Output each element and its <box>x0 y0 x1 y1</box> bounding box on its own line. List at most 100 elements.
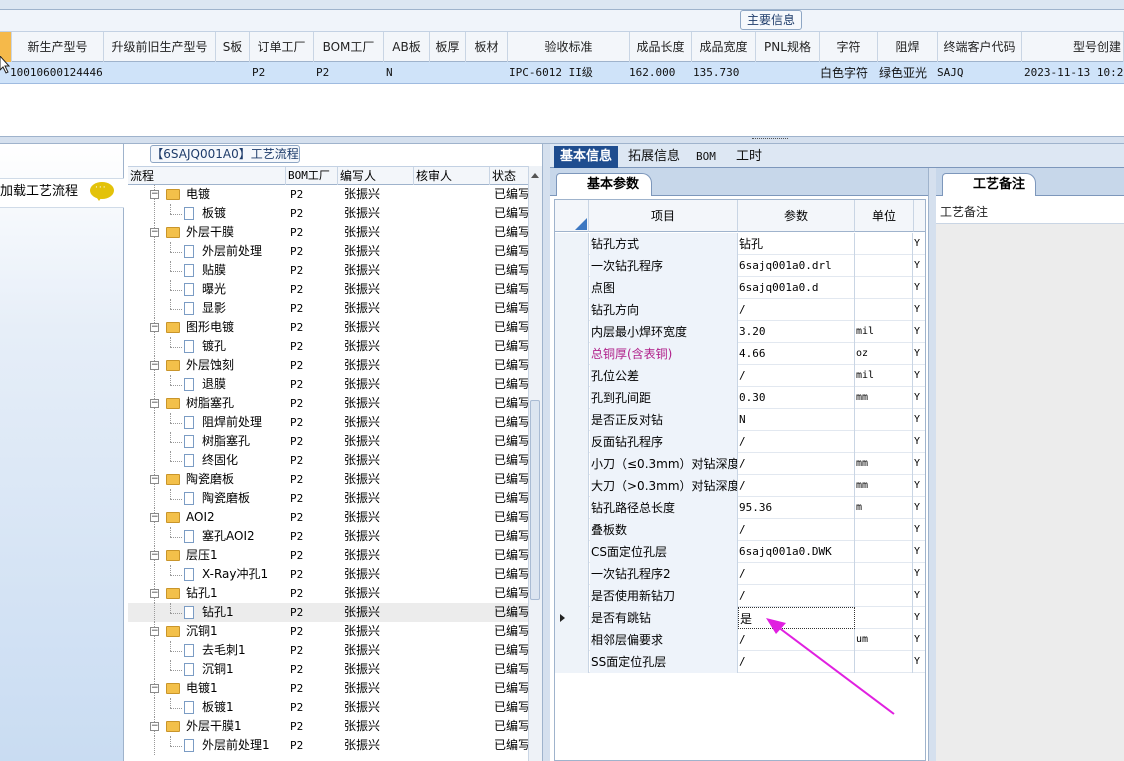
tab-basic-params[interactable]: 基本参数 <box>556 173 652 196</box>
tree-node-group[interactable]: − 外层蚀刻 P2 张振兴 已编写 <box>128 356 542 375</box>
tree-node-step[interactable]: 钻孔1 P2 张振兴 已编写 <box>128 603 542 622</box>
flow-col-reviewer[interactable]: 核审人 <box>414 167 490 185</box>
row-indicator[interactable] <box>555 563 589 585</box>
param-value[interactable]: / <box>738 585 855 607</box>
tree-node-step[interactable]: 树脂塞孔 P2 张振兴 已编写 <box>128 432 542 451</box>
tree-node-step[interactable]: 终固化 P2 张振兴 已编写 <box>128 451 542 470</box>
row-indicator[interactable] <box>555 475 589 497</box>
tree-node-group[interactable]: − 层压1 P2 张振兴 已编写 <box>128 546 542 565</box>
param-row[interactable]: 大刀（>0.3mm）对钻深度 / mm Y <box>555 475 925 497</box>
tab-man-hours[interactable]: 工时 <box>730 146 768 168</box>
tree-node-step[interactable]: 外层前处理1 P2 张振兴 已编写 <box>128 736 542 755</box>
param-row[interactable]: 一次钻孔程序2/ Y <box>555 563 925 585</box>
param-row[interactable]: 反面钻孔程序 / Y <box>555 431 925 453</box>
col-ab-board[interactable]: AB板 <box>384 32 430 62</box>
tree-node-step[interactable]: 显影 P2 张振兴 已编写 <box>128 299 542 318</box>
tree-node-step[interactable]: 贴膜 P2 张振兴 已编写 <box>128 261 542 280</box>
param-row[interactable]: 总铜厚(含表铜) 4.66 oz Y <box>555 343 925 365</box>
tab-bom[interactable]: BOM <box>690 146 722 168</box>
scroll-up-icon[interactable] <box>530 171 540 179</box>
row-indicator[interactable] <box>555 387 589 409</box>
flow-col-status[interactable]: 状态 <box>490 167 528 185</box>
param-value[interactable]: / <box>738 299 855 321</box>
row-indicator[interactable] <box>555 629 589 651</box>
param-row[interactable]: CS面定位孔层 6sajq001a0.DWK Y <box>555 541 925 563</box>
splitter-grip-icon[interactable] <box>752 138 788 141</box>
notes-body[interactable] <box>936 224 1124 761</box>
param-row[interactable]: 一次钻孔程序 6sajq001a0.drl Y <box>555 255 925 277</box>
collapse-icon[interactable]: − <box>150 722 159 731</box>
flow-scroll-thumb[interactable] <box>530 400 540 600</box>
param-row[interactable]: 钻孔方式 钻孔 Y <box>555 233 925 255</box>
col-width[interactable]: 成品宽度 <box>692 32 756 62</box>
row-indicator[interactable] <box>555 519 589 541</box>
collapse-icon[interactable]: − <box>150 589 159 598</box>
flow-col-writer[interactable]: 编写人 <box>338 167 414 185</box>
tree-node-group[interactable]: − AOI2 P2 张振兴 已编写 <box>128 508 542 527</box>
param-row[interactable]: 孔到孔间距 0.30 mm Y <box>555 387 925 409</box>
col-thickness[interactable]: 板厚 <box>430 32 466 62</box>
tree-node-step[interactable]: 陶瓷磨板 P2 张振兴 已编写 <box>128 489 542 508</box>
flow-col-flow[interactable]: 流程 <box>128 167 286 185</box>
row-indicator[interactable] <box>555 497 589 519</box>
param-col-unit[interactable]: 单位 <box>855 200 914 232</box>
param-value[interactable]: / <box>738 475 855 497</box>
collapse-icon[interactable]: − <box>150 551 159 560</box>
param-row[interactable]: 内层最小焊环宽度 3.20 mil Y <box>555 321 925 343</box>
param-value[interactable]: N <box>738 409 855 431</box>
collapse-icon[interactable]: − <box>150 228 159 237</box>
col-new-model[interactable]: 新生产型号 <box>12 32 104 62</box>
col-order-factory[interactable]: 订单工厂 <box>250 32 314 62</box>
row-indicator[interactable] <box>555 453 589 475</box>
row-indicator[interactable] <box>555 233 589 255</box>
tree-node-step[interactable]: 去毛刺1 P2 张振兴 已编写 <box>128 641 542 660</box>
row-indicator[interactable] <box>555 255 589 277</box>
param-row[interactable]: 钻孔方向 / Y <box>555 299 925 321</box>
row-indicator[interactable] <box>555 321 589 343</box>
col-material[interactable]: 板材 <box>466 32 508 62</box>
tree-node-group[interactable]: − 钻孔1 P2 张振兴 已编写 <box>128 584 542 603</box>
param-value[interactable]: / <box>738 563 855 585</box>
tree-node-group[interactable]: − 沉铜1 P2 张振兴 已编写 <box>128 622 542 641</box>
col-standard[interactable]: 验收标准 <box>508 32 630 62</box>
tree-node-step[interactable]: 外层前处理 P2 张振兴 已编写 <box>128 242 542 261</box>
col-mask[interactable]: 阻焊 <box>878 32 938 62</box>
col-customer[interactable]: 终端客户代码 <box>938 32 1022 62</box>
param-value[interactable]: 95.36 <box>738 497 855 519</box>
param-row[interactable]: 叠板数 / Y <box>555 519 925 541</box>
param-value[interactable]: 6sajq001a0.d <box>738 277 855 299</box>
collapse-icon[interactable]: − <box>150 399 159 408</box>
param-row[interactable]: 点图 6sajq001a0.d Y <box>555 277 925 299</box>
param-value[interactable]: / <box>738 431 855 453</box>
row-indicator[interactable] <box>555 541 589 563</box>
collapse-icon[interactable]: − <box>150 513 159 522</box>
param-value[interactable]: 钻孔 <box>738 233 855 255</box>
middle-splitter[interactable] <box>542 144 550 761</box>
col-created[interactable]: 型号创建 <box>1022 32 1124 62</box>
tree-node-group[interactable]: − 电镀 P2 张振兴 已编写 <box>128 185 542 204</box>
param-row[interactable]: 钻孔路径总长度 95.36 m Y <box>555 497 925 519</box>
col-char[interactable]: 字符 <box>820 32 878 62</box>
tab-extended-info[interactable]: 拓展信息 <box>622 146 686 168</box>
tab-basic-info[interactable]: 基本信息 <box>554 146 619 168</box>
collapse-icon[interactable]: − <box>150 627 159 636</box>
tree-node-group[interactable]: − 陶瓷磨板 P2 张振兴 已编写 <box>128 470 542 489</box>
horizontal-splitter[interactable] <box>0 136 1124 144</box>
tree-node-step[interactable]: 板镀 P2 张振兴 已编写 <box>128 204 542 223</box>
param-row[interactable]: 小刀（≤0.3mm）对钻深度 / mm Y <box>555 453 925 475</box>
param-value[interactable]: 6sajq001a0.drl <box>738 255 855 277</box>
tree-node-group[interactable]: − 外层干膜1 P2 张振兴 已编写 <box>128 717 542 736</box>
col-old-model[interactable]: 升级前旧生产型号 <box>104 32 216 62</box>
param-value[interactable]: / <box>738 453 855 475</box>
collapse-icon[interactable]: − <box>150 361 159 370</box>
col-length[interactable]: 成品长度 <box>630 32 692 62</box>
row-indicator[interactable] <box>555 277 589 299</box>
collapse-icon[interactable]: − <box>150 323 159 332</box>
top-grid-row[interactable]: 10010600124446 P2 P2 N IPC-6012 II级 162.… <box>0 62 1124 84</box>
collapse-icon[interactable]: − <box>150 190 159 199</box>
flow-col-bom[interactable]: BOM工厂 <box>286 167 338 185</box>
current-row-arrow-icon[interactable] <box>555 607 589 629</box>
tree-node-step[interactable]: 退膜 P2 张振兴 已编写 <box>128 375 542 394</box>
param-row[interactable]: 孔位公差 / mil Y <box>555 365 925 387</box>
right-splitter[interactable] <box>928 168 936 761</box>
